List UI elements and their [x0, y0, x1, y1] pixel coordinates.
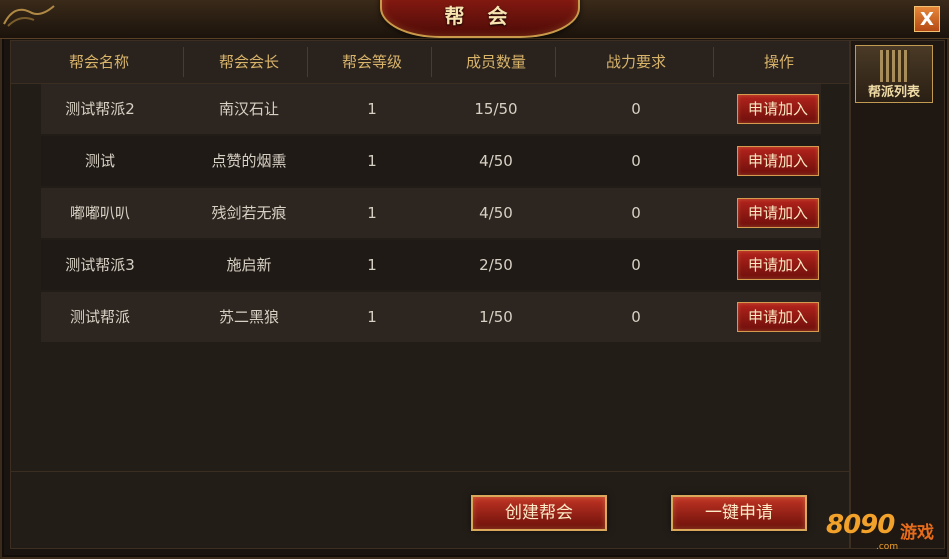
watermark-number: 8090	[826, 510, 895, 540]
header-divider	[431, 47, 432, 77]
table-row: 测试帮派3 施启新 1 2/50 0 申请加入	[41, 240, 821, 290]
guild-level: 1	[367, 204, 377, 222]
table-row: 测试帮派2 南汉石让 1 15/50 0 申请加入	[41, 84, 821, 134]
watermark-domain: .com	[876, 542, 899, 552]
header-guild-leader: 帮会会长	[218, 53, 279, 71]
guild-level: 1	[367, 308, 377, 326]
header-guild-name: 帮会名称	[68, 53, 129, 71]
power-requirement: 0	[631, 308, 641, 326]
tab-guild-list[interactable]: 帮派列表	[855, 45, 933, 103]
member-count: 15/50	[474, 100, 518, 118]
power-requirement: 0	[631, 256, 641, 274]
close-button[interactable]: X	[914, 6, 940, 32]
sidebar: 帮派列表	[850, 40, 945, 549]
power-requirement: 0	[631, 204, 641, 222]
header-divider	[183, 47, 184, 77]
guild-level: 1	[367, 256, 377, 274]
title-bar: 帮 会 X	[0, 0, 949, 39]
header-guild-level: 帮会等级	[341, 53, 402, 71]
apply-join-button[interactable]: 申请加入	[737, 198, 819, 228]
guild-leader: 苏二黑狼	[218, 308, 279, 326]
table-row: 测试 点赞的烟熏 1 4/50 0 申请加入	[41, 136, 821, 186]
site-watermark: 8090 游戏 .com	[826, 510, 944, 554]
header-member-count: 成员数量	[465, 53, 526, 71]
table-header: 帮会名称 帮会会长 帮会等级 成员数量 战力要求 操作	[11, 41, 849, 84]
window-title: 帮 会	[444, 4, 516, 28]
header-divider	[713, 47, 714, 77]
guild-leader: 施启新	[226, 256, 272, 274]
member-count: 4/50	[479, 204, 513, 222]
guild-name: 测试帮派2	[65, 100, 135, 118]
power-requirement: 0	[631, 100, 641, 118]
tab-guild-list-label: 帮派列表	[867, 85, 920, 100]
ornament-icon	[3, 5, 55, 27]
watermark-text: 游戏	[900, 523, 934, 543]
table-row: 测试帮派 苏二黑狼 1 1/50 0 申请加入	[41, 292, 821, 342]
guild-list-panel: 帮会名称 帮会会长 帮会等级 成员数量 战力要求 操作 测试帮派2 南汉石让 1…	[10, 40, 850, 549]
member-count: 4/50	[479, 152, 513, 170]
guild-level: 1	[367, 152, 377, 170]
guild-leader: 点赞的烟熏	[211, 152, 287, 170]
header-divider	[307, 47, 308, 77]
guild-name: 测试帮派3	[65, 256, 135, 274]
guild-name: 嘟嘟叭叭	[69, 204, 130, 222]
apply-join-button[interactable]: 申请加入	[737, 146, 819, 176]
create-guild-button[interactable]: 创建帮会	[471, 495, 607, 531]
apply-join-button[interactable]: 申请加入	[737, 250, 819, 280]
table-row: 嘟嘟叭叭 残剑若无痕 1 4/50 0 申请加入	[41, 188, 821, 238]
header-action: 操作	[763, 53, 794, 71]
guild-level: 1	[367, 100, 377, 118]
power-requirement: 0	[631, 152, 641, 170]
apply-join-button[interactable]: 申请加入	[737, 302, 819, 332]
banner-icon	[880, 50, 910, 82]
guild-name: 测试	[84, 152, 115, 170]
quick-apply-button[interactable]: 一键申请	[671, 495, 807, 531]
title-plate: 帮 会	[380, 0, 580, 38]
guild-leader: 残剑若无痕	[211, 204, 287, 222]
apply-join-button[interactable]: 申请加入	[737, 94, 819, 124]
header-divider	[555, 47, 556, 77]
header-power-requirement: 战力要求	[605, 53, 666, 71]
footer-divider	[11, 471, 849, 472]
member-count: 2/50	[479, 256, 513, 274]
guild-window: 帮 会 X 帮会名称 帮会会长 帮会等级 成员数量 战力要求 操作 测试帮派2 …	[0, 0, 949, 559]
guild-name: 测试帮派	[69, 308, 130, 326]
guild-leader: 南汉石让	[218, 100, 279, 118]
member-count: 1/50	[479, 308, 513, 326]
